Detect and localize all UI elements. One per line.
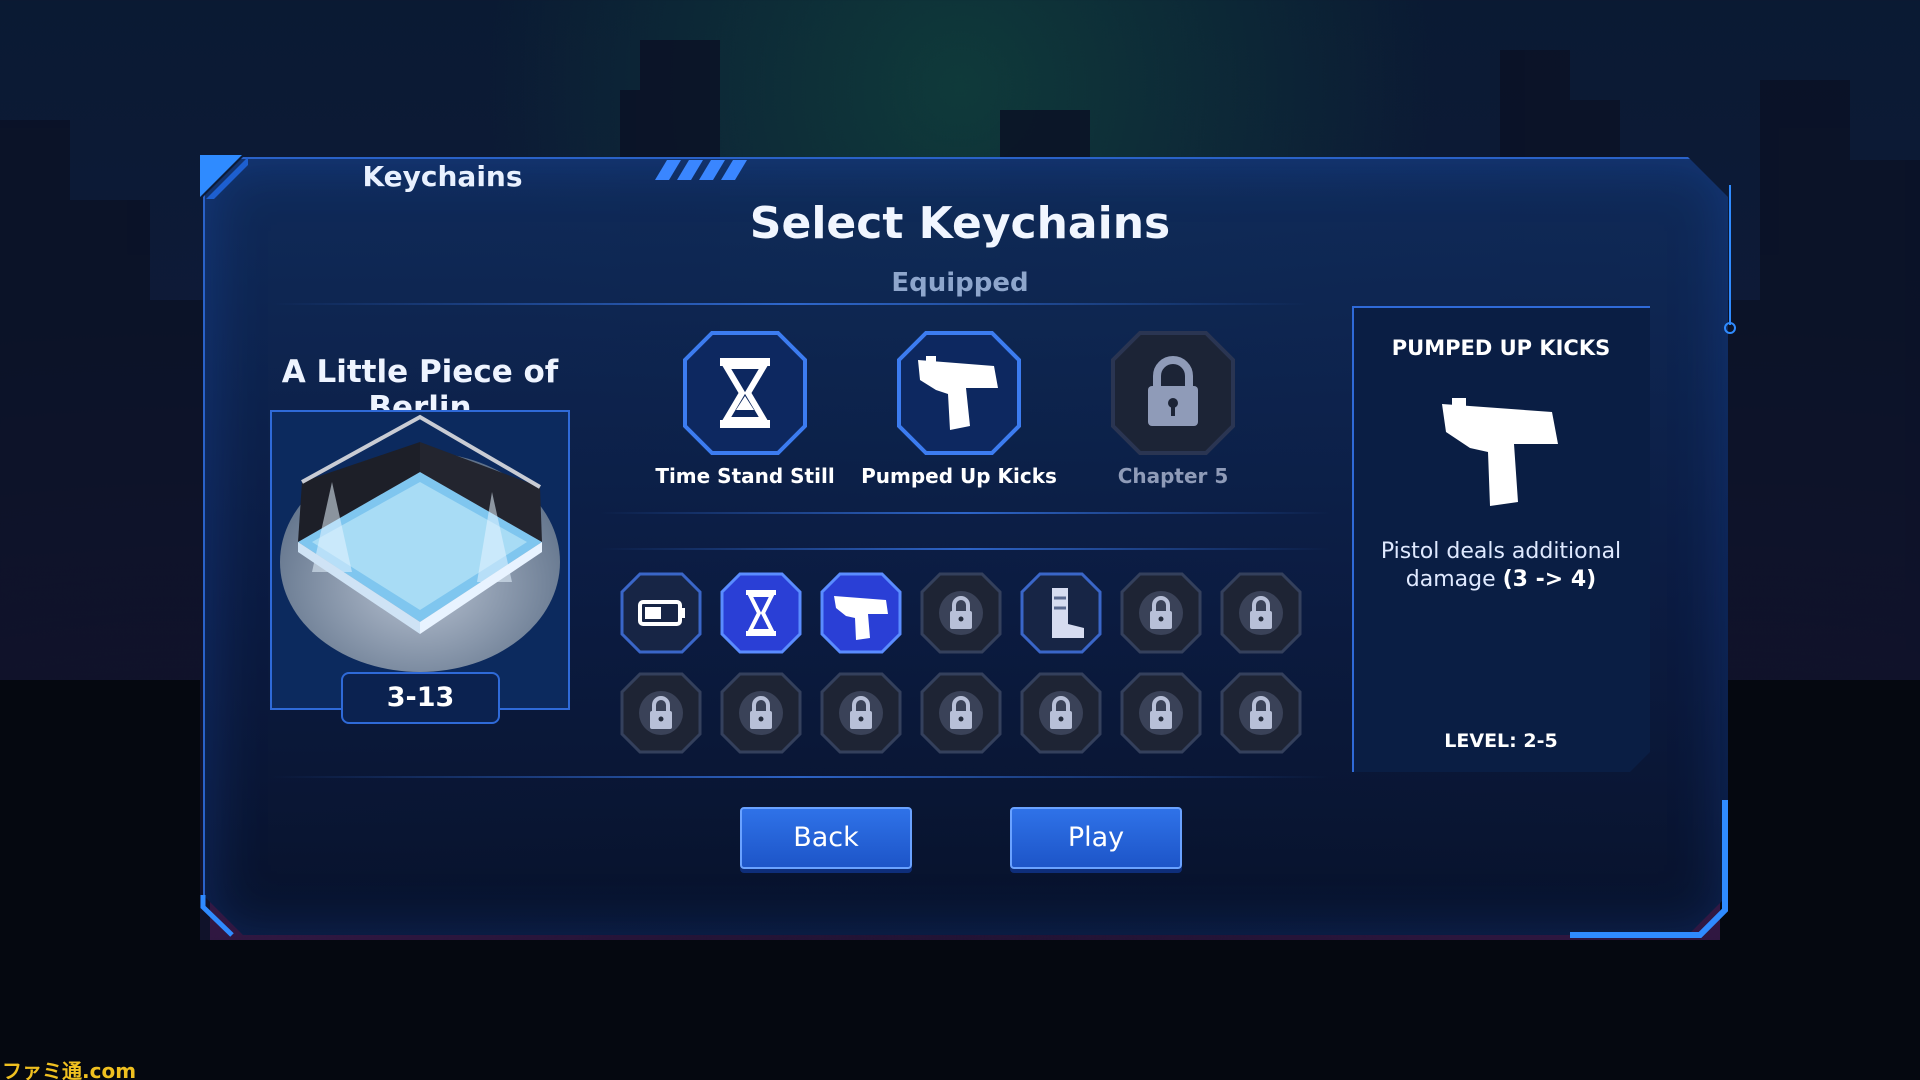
heart-lock-icon [939,591,983,635]
keychain-slot[interactable] [720,572,802,654]
keychain-slot[interactable] [720,672,802,754]
shield-lock-icon [1239,691,1283,735]
keychain-slot[interactable] [920,572,1002,654]
cassette-lock-icon [639,691,683,735]
equipped-slot-pumped-up-kicks[interactable] [896,330,1022,456]
keychain-slot[interactable] [620,672,702,754]
equipped-slot-time-stand-still[interactable] [682,330,808,456]
info-description: Pistol deals additional damage (3 -> 4) [1380,539,1622,592]
play-button[interactable]: Play [1010,807,1182,869]
tag-lock-icon [1239,591,1283,635]
divider [270,776,1330,778]
film-lock-icon [739,691,783,735]
equipped-slot-label: Chapter 5 [1117,464,1229,488]
bottom-right-corner-accent [1570,800,1728,938]
pistol-icon [918,356,998,430]
info-title: PUMPED UP KICKS [1391,336,1611,360]
arrow-lock-icon [839,691,883,735]
divider [600,512,1330,514]
knife-lock-icon [1139,591,1183,635]
pistol-icon [834,596,888,640]
divider [270,303,1310,305]
keychain-slot[interactable] [820,572,902,654]
right-edge-connector [1724,185,1736,334]
level-preview[interactable] [270,410,570,710]
keychain-slot[interactable] [1220,672,1302,754]
drop-lock-icon [939,691,983,735]
boot-icon [1052,588,1084,638]
info-level: LEVEL: 2-5 [1444,730,1558,752]
header-stripes-decoration [655,160,747,180]
keychain-slot[interactable] [1220,572,1302,654]
page-title: Select Keychains [749,198,1171,249]
star-lock-icon [1039,691,1083,735]
hourglass-icon [746,590,776,636]
level-code-badge: 3-13 [341,672,500,724]
hourglass-icon [720,358,770,428]
keychain-slot[interactable] [1020,572,1102,654]
keychain-slot[interactable] [620,572,702,654]
keychain-slot[interactable] [1020,672,1102,754]
back-button[interactable]: Back [740,807,912,869]
tab-corner-stripe [200,155,248,199]
divider [600,548,1330,550]
battery-icon [638,600,685,626]
keychain-slot[interactable] [820,672,902,754]
equipped-slot-label: Time Stand Still [655,464,835,488]
pistol-icon [1442,398,1558,506]
tab-keychains[interactable]: Keychains [300,160,585,193]
keychain-slot[interactable] [1120,572,1202,654]
level-preview-image [272,412,568,708]
bottom-left-corner-accent [200,895,234,937]
keychain-slot[interactable] [1120,672,1202,754]
watermark: ファミ通.com [2,1059,137,1080]
moon-lock-icon [1139,691,1183,735]
keychain-slot[interactable] [920,672,1002,754]
equipped-slot-label: Pumped Up Kicks [861,464,1057,488]
equipped-slot-locked[interactable] [1110,330,1236,456]
equipped-heading: Equipped [891,268,1029,298]
lock-icon [1148,356,1198,426]
